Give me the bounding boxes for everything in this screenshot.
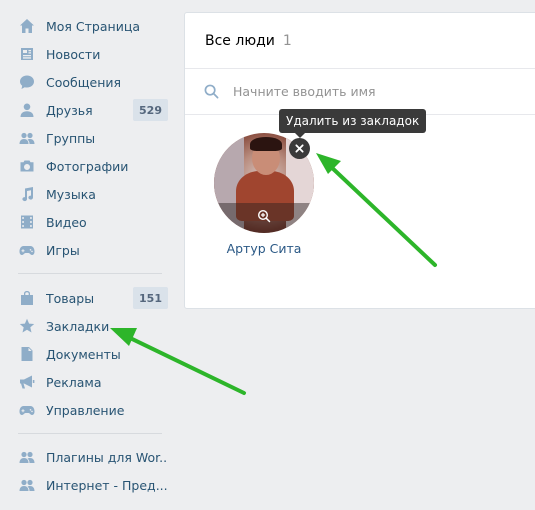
star-icon <box>17 316 37 336</box>
groups-icon <box>17 128 37 148</box>
people-icon <box>17 447 37 467</box>
sidebar-item-label: Документы <box>46 346 121 362</box>
goods-count-badge: 151 <box>133 287 168 309</box>
people-count: 1 <box>282 32 292 49</box>
sidebar: Моя Страница Новости Сообщения Друзья 52… <box>0 0 175 510</box>
panel-header: Все люди 1 <box>185 13 535 69</box>
search-icon <box>204 84 219 99</box>
gamepad-icon <box>17 240 37 260</box>
sidebar-item-label: Музыка <box>46 186 96 202</box>
sidebar-item-friends[interactable]: Друзья 529 <box>10 96 168 124</box>
tab-all-people[interactable]: Все люди <box>205 33 275 49</box>
sidebar-item-internet-business[interactable]: Интернет - Пред... <box>10 471 168 499</box>
sidebar-item-label: Реклама <box>46 374 102 390</box>
sidebar-item-music[interactable]: Музыка <box>10 180 168 208</box>
close-icon <box>295 144 304 153</box>
sidebar-item-goods[interactable]: Товары 151 <box>10 284 168 312</box>
sidebar-item-label: Видео <box>46 214 87 230</box>
sidebar-item-label: Друзья <box>46 102 93 118</box>
person-name-link[interactable]: Артур Сита <box>214 241 314 256</box>
shopping-bag-icon <box>17 288 37 308</box>
remove-bookmark-tooltip: Удалить из закладок <box>279 109 427 133</box>
sidebar-item-news[interactable]: Новости <box>10 40 168 68</box>
friends-icon <box>17 100 37 120</box>
home-icon <box>17 16 37 36</box>
music-icon <box>17 184 37 204</box>
sidebar-item-my-page[interactable]: Моя Страница <box>10 12 168 40</box>
gamepad-icon <box>17 400 37 420</box>
sidebar-item-photos[interactable]: Фотографии <box>10 152 168 180</box>
sidebar-item-label: Новости <box>46 46 101 62</box>
video-icon <box>17 212 37 232</box>
zoom-overlay[interactable] <box>214 203 314 233</box>
sidebar-divider <box>18 433 162 434</box>
sidebar-item-label: Товары <box>46 290 95 306</box>
sidebar-item-groups[interactable]: Группы <box>10 124 168 152</box>
sidebar-item-ads[interactable]: Реклама <box>10 368 168 396</box>
friends-count-badge: 529 <box>133 99 168 121</box>
avatar-hair <box>250 137 282 151</box>
sidebar-item-label: Закладки <box>46 318 110 334</box>
sidebar-item-label: Моя Страница <box>46 18 140 34</box>
sidebar-item-label: Группы <box>46 130 96 146</box>
camera-icon <box>17 156 37 176</box>
messages-icon <box>17 72 37 92</box>
sidebar-item-wordpress-plugins[interactable]: Плагины для Wor... <box>10 443 168 471</box>
remove-bookmark-button[interactable] <box>289 138 310 159</box>
document-icon <box>17 344 37 364</box>
people-icon <box>17 475 37 495</box>
megaphone-icon <box>17 372 37 392</box>
sidebar-item-label: Игры <box>46 242 80 258</box>
search-input[interactable] <box>233 84 513 99</box>
news-icon <box>17 44 37 64</box>
sidebar-item-bookmarks[interactable]: Закладки <box>10 312 168 340</box>
sidebar-item-messages[interactable]: Сообщения <box>10 68 168 96</box>
sidebar-item-video[interactable]: Видео <box>10 208 168 236</box>
sidebar-item-label: Сообщения <box>46 74 122 90</box>
sidebar-item-label: Плагины для Wor... <box>46 449 168 465</box>
sidebar-item-documents[interactable]: Документы <box>10 340 168 368</box>
sidebar-item-label: Управление <box>46 402 125 418</box>
zoom-in-icon <box>257 209 271 223</box>
sidebar-item-label: Фотографии <box>46 158 129 174</box>
sidebar-item-manage[interactable]: Управление <box>10 396 168 424</box>
sidebar-item-games[interactable]: Игры <box>10 236 168 264</box>
sidebar-divider <box>18 273 162 274</box>
sidebar-item-label: Интернет - Пред... <box>46 477 168 493</box>
